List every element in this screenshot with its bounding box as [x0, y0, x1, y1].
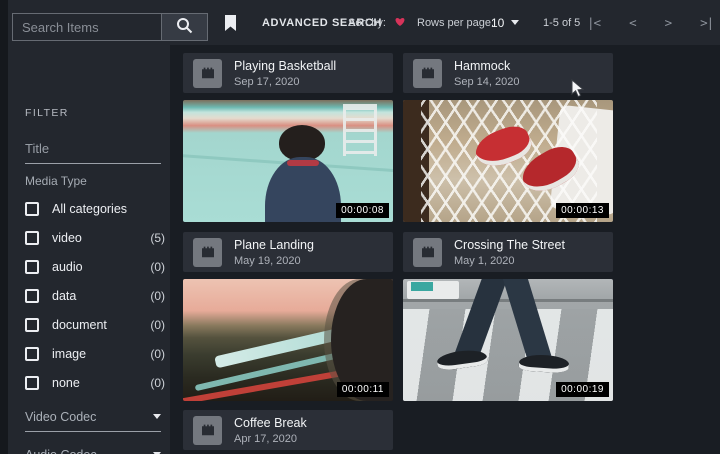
- video-card-header[interactable]: Coffee Break Apr 17, 2020: [183, 410, 393, 450]
- last-page-button[interactable]: >|: [696, 11, 717, 34]
- category-none[interactable]: none (0): [25, 368, 165, 397]
- video-date: Sep 17, 2020: [234, 76, 336, 88]
- category-label: none: [52, 376, 80, 390]
- filter-heading: FILTER: [25, 107, 69, 119]
- thumb-art: [279, 125, 325, 161]
- media-icon-tile: [193, 238, 222, 267]
- video-title: Crossing The Street: [454, 238, 565, 252]
- category-image[interactable]: image (0): [25, 339, 165, 368]
- video-card-header[interactable]: Plane Landing May 19, 2020: [183, 232, 393, 272]
- checkbox-all-categories[interactable]: [25, 202, 39, 216]
- rows-per-page-label: Rows per page:: [417, 0, 494, 45]
- chevron-down-icon: [511, 20, 519, 25]
- category-label: All categories: [52, 202, 127, 216]
- heart-icon: [394, 14, 406, 32]
- video-thumbnail[interactable]: 00:00:19: [403, 279, 613, 401]
- sort-by-control[interactable]: Sort by:: [348, 0, 406, 45]
- category-label: data: [52, 289, 76, 303]
- duration-badge: 00:00:08: [336, 203, 389, 218]
- video-codec-label: Video Codec: [25, 410, 96, 424]
- bookmark-icon: [224, 15, 237, 35]
- topbar: ADVANCED SEARCH Sort by: Rows per page: …: [0, 0, 720, 45]
- audio-codec-select[interactable]: Audio Codec: [25, 448, 161, 454]
- video-codec-select[interactable]: Video Codec: [25, 410, 161, 432]
- category-video[interactable]: video (5): [25, 223, 165, 252]
- checkbox-image[interactable]: [25, 347, 39, 361]
- category-all-categories[interactable]: All categories: [25, 194, 165, 223]
- duration-badge: 00:00:19: [556, 382, 609, 397]
- video-date: May 19, 2020: [234, 255, 314, 267]
- video-date: May 1, 2020: [454, 255, 565, 267]
- category-data[interactable]: data (0): [25, 281, 165, 310]
- film-icon: [420, 244, 436, 260]
- video-date: Apr 17, 2020: [234, 433, 307, 445]
- checkbox-audio[interactable]: [25, 260, 39, 274]
- category-count: (0): [150, 347, 165, 361]
- video-thumbnail[interactable]: 00:00:11: [183, 279, 393, 401]
- filter-sidebar: FILTER Media Type All categories video (…: [8, 45, 170, 454]
- prev-page-button[interactable]: <: [625, 11, 640, 34]
- category-label: video: [52, 231, 82, 245]
- film-icon: [420, 65, 436, 81]
- thumb-art: [343, 104, 377, 156]
- chevron-down-icon: [153, 414, 161, 419]
- film-icon: [200, 244, 216, 260]
- category-label: image: [52, 347, 86, 361]
- search-icon: [176, 17, 193, 37]
- duration-badge: 00:00:11: [337, 382, 389, 397]
- video-title: Plane Landing: [234, 238, 314, 252]
- video-thumbnail[interactable]: 00:00:13: [403, 100, 613, 222]
- film-icon: [200, 65, 216, 81]
- film-icon: [200, 422, 216, 438]
- pagination-controls: |< < > >|: [583, 0, 717, 45]
- category-label: audio: [52, 260, 83, 274]
- video-thumbnail[interactable]: 00:00:08: [183, 100, 393, 222]
- first-page-button[interactable]: |<: [583, 11, 604, 34]
- video-card-header[interactable]: Playing Basketball Sep 17, 2020: [183, 53, 393, 93]
- thumb-art: [411, 282, 433, 291]
- search-input[interactable]: [13, 14, 161, 40]
- left-gutter: [0, 0, 8, 454]
- bookmark-button[interactable]: [220, 13, 240, 37]
- category-audio[interactable]: audio (0): [25, 252, 165, 281]
- thumb-art: [403, 299, 613, 302]
- video-card-header[interactable]: Hammock Sep 14, 2020: [403, 53, 613, 93]
- video-date: Sep 14, 2020: [454, 76, 519, 88]
- media-type-heading: Media Type: [25, 174, 87, 188]
- media-icon-tile: [193, 416, 222, 445]
- media-icon-tile: [413, 59, 442, 88]
- category-document[interactable]: document (0): [25, 310, 165, 339]
- sort-by-label: Sort by:: [348, 17, 386, 29]
- category-count: (5): [150, 231, 165, 245]
- category-list: All categories video (5) audio (0) data …: [25, 194, 165, 397]
- category-count: (0): [150, 376, 165, 390]
- rows-per-page-value: 10: [491, 16, 504, 30]
- checkbox-document[interactable]: [25, 318, 39, 332]
- media-icon-tile: [413, 238, 442, 267]
- rows-per-page-select[interactable]: 10: [491, 0, 519, 45]
- category-count: (0): [150, 318, 165, 332]
- duration-badge: 00:00:13: [556, 203, 609, 218]
- video-title: Playing Basketball: [234, 59, 336, 73]
- video-card-header[interactable]: Crossing The Street May 1, 2020: [403, 232, 613, 272]
- checkbox-video[interactable]: [25, 231, 39, 245]
- category-count: (0): [150, 289, 165, 303]
- video-title: Hammock: [454, 59, 519, 73]
- thumb-art: [287, 160, 319, 166]
- video-title: Coffee Break: [234, 416, 307, 430]
- pagination-range-label: 1-5 of 5: [543, 0, 580, 45]
- category-label: document: [52, 318, 107, 332]
- checkbox-none[interactable]: [25, 376, 39, 390]
- next-page-button[interactable]: >: [661, 11, 676, 34]
- search-button[interactable]: [161, 14, 207, 40]
- search-box: [12, 13, 208, 41]
- title-filter-input[interactable]: [25, 141, 161, 164]
- category-count: (0): [150, 260, 165, 274]
- checkbox-data[interactable]: [25, 289, 39, 303]
- results-grid: Playing Basketball Sep 17, 2020 00:00:08…: [170, 45, 720, 454]
- audio-codec-label: Audio Codec: [25, 448, 97, 454]
- media-icon-tile: [193, 59, 222, 88]
